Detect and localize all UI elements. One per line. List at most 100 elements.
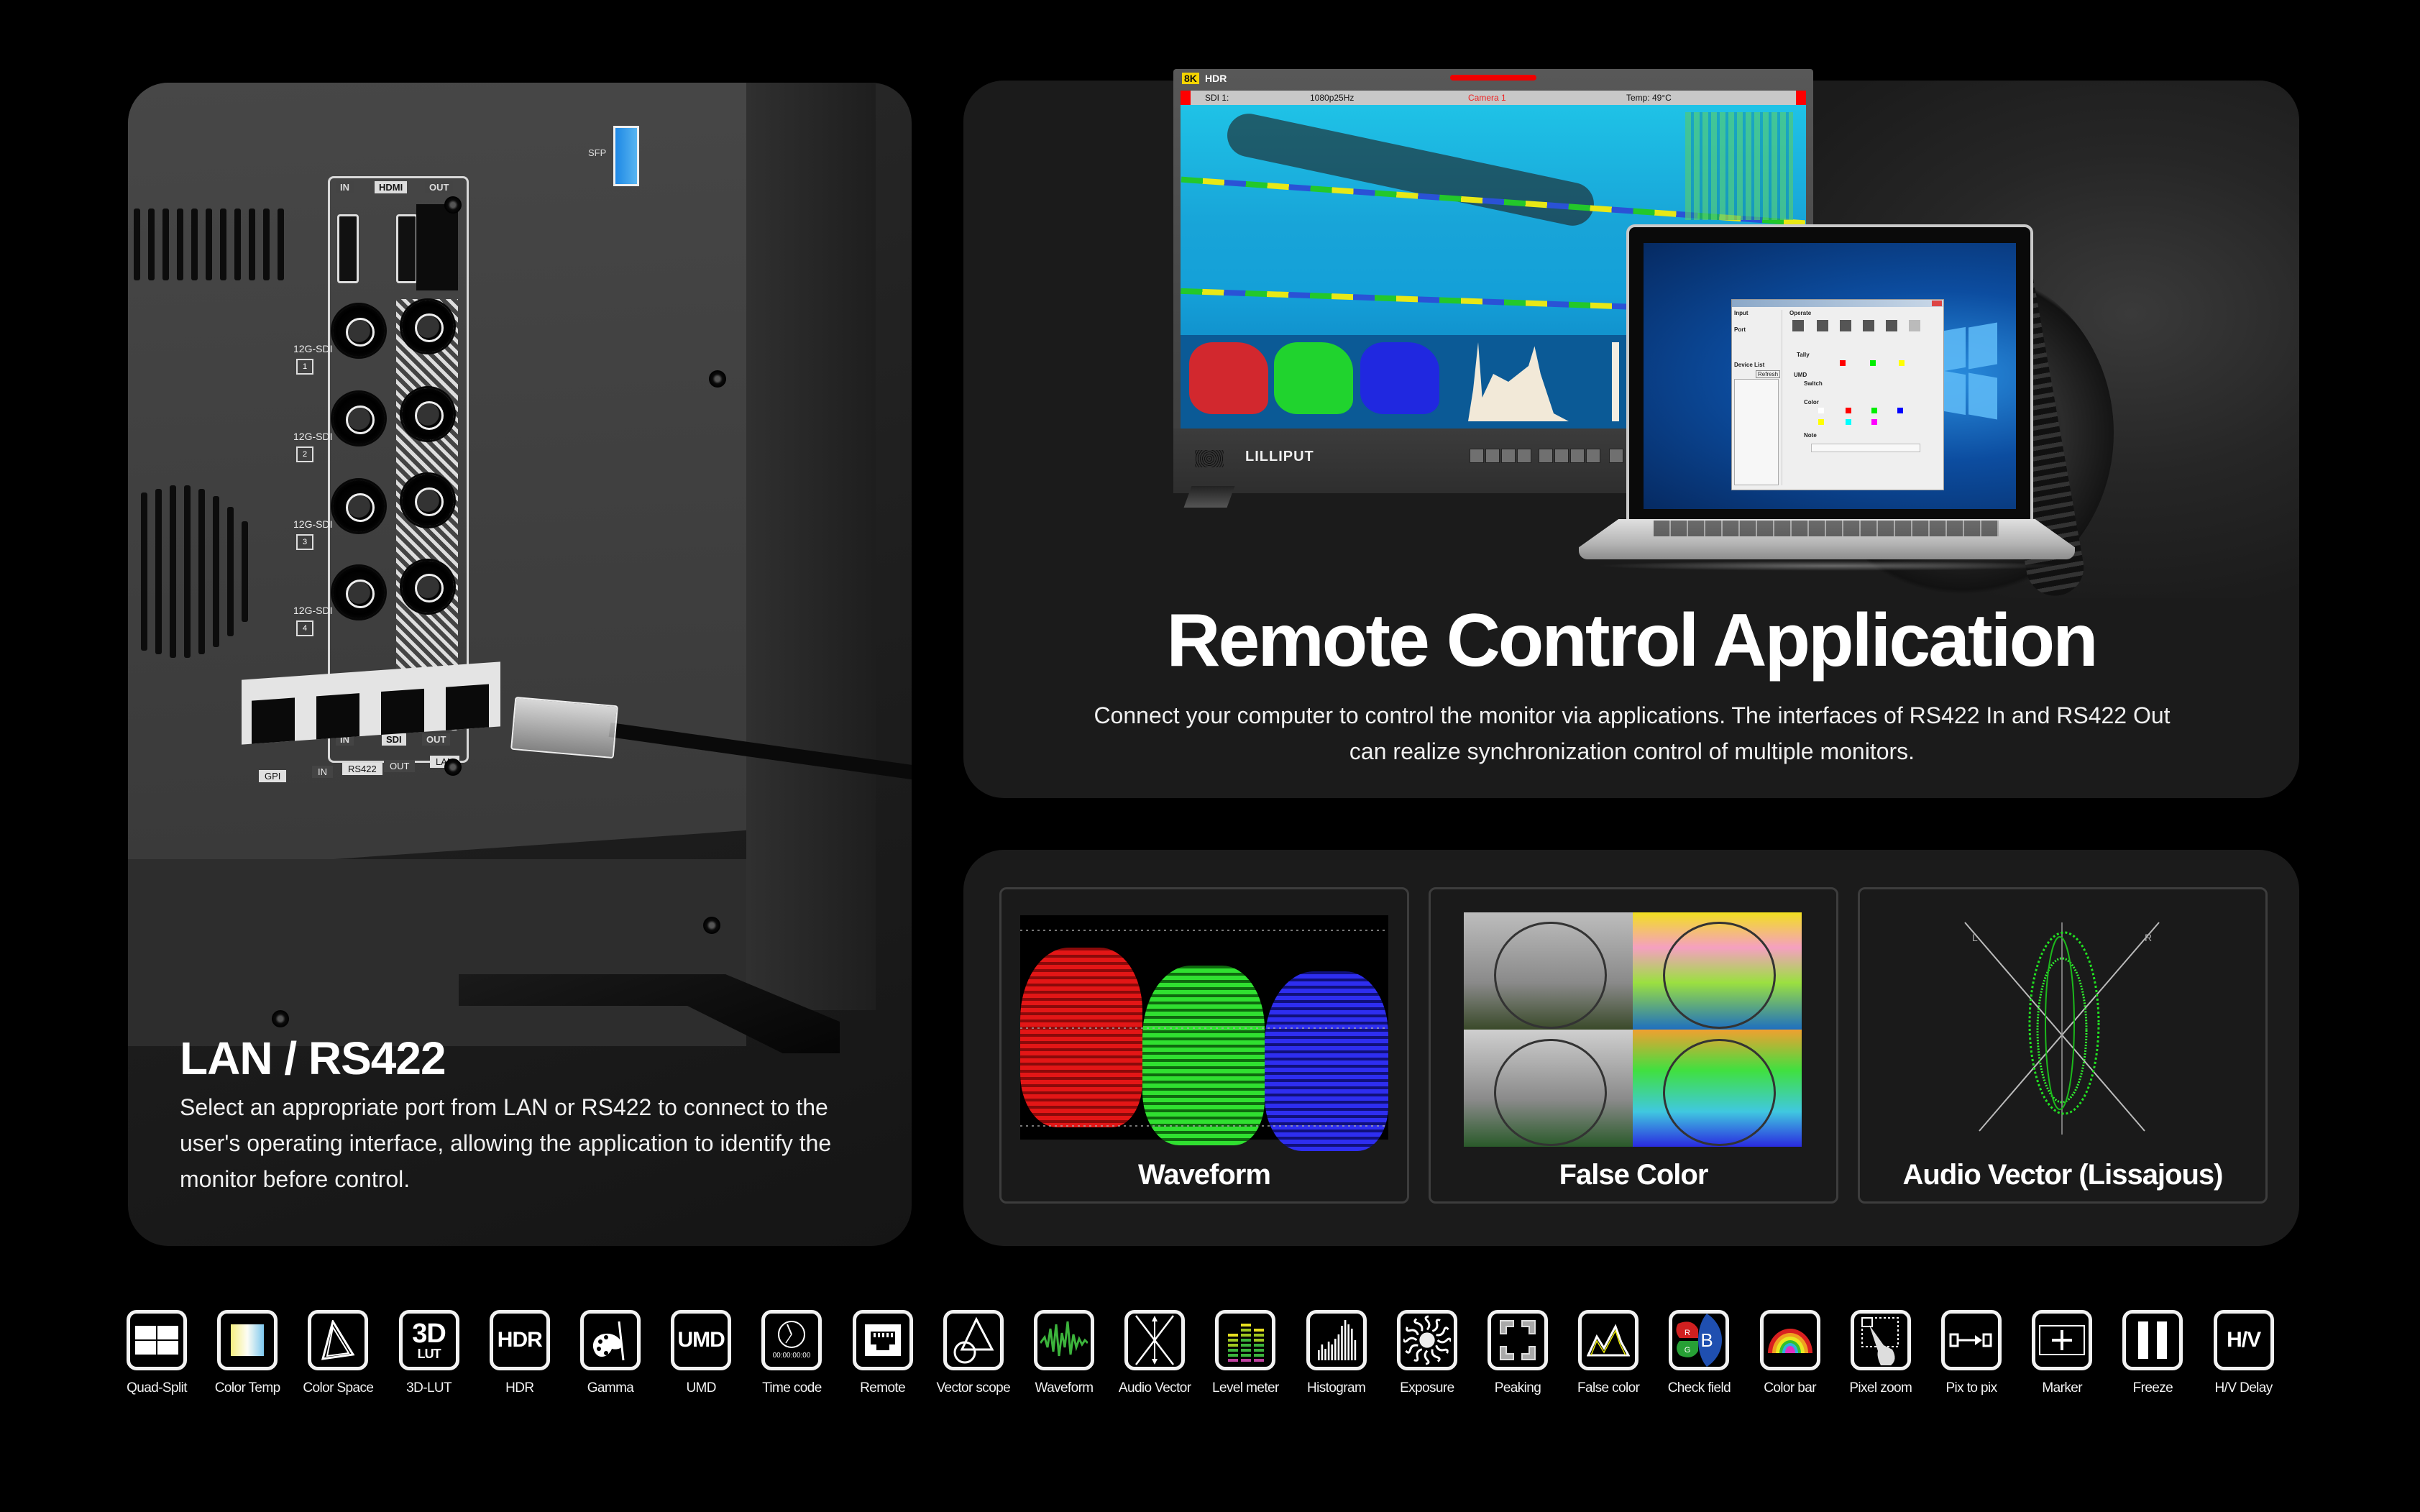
feature-3d-lut: 3D LUT 3D-LUT	[390, 1310, 468, 1396]
feature-level-meter: Level meter	[1206, 1310, 1284, 1396]
feature-label: False color	[1577, 1380, 1640, 1396]
app-section-tally: Tally	[1797, 352, 1810, 358]
vent-slot	[220, 209, 226, 280]
lissajous-image: L R	[1964, 922, 2160, 1135]
app-tool-umd[interactable]	[1909, 320, 1920, 331]
gpi-port	[252, 697, 295, 744]
lissajous-trace	[2028, 931, 2100, 1115]
feature-label: Pixel zoom	[1849, 1380, 1912, 1396]
monitor-button-f3[interactable]	[1570, 449, 1585, 463]
lissajous-r-label: R	[2145, 932, 2152, 943]
vent-slot	[184, 485, 191, 658]
feature-vector-scope: Vector scope	[935, 1310, 1012, 1396]
app-tool-function[interactable]	[1840, 320, 1851, 331]
monitor-status-bar: SDI 1: 1080p25Hz Camera 1 Temp: 49°C	[1181, 91, 1806, 105]
scope-tile-waveform: Waveform	[999, 887, 1409, 1204]
sdi-input-label: 12G-SDI	[293, 605, 333, 616]
umd-color-green[interactable]	[1871, 408, 1877, 413]
sdi-input-number: 4	[296, 620, 313, 636]
tally-color-red[interactable]	[1840, 360, 1846, 366]
feature-label: Freeze	[2132, 1380, 2173, 1396]
feature-label: HDR	[505, 1380, 534, 1396]
rs422-in-label: IN	[312, 766, 333, 778]
laptop-lid: Input Port Device List Refresh Operate T…	[1626, 224, 2033, 525]
lan-description: Select an appropriate port from LAN or R…	[180, 1094, 832, 1192]
lissajous-l-axis	[1964, 922, 2145, 1132]
umd-icon: UMD	[671, 1310, 732, 1370]
feature-peaking: Peaking	[1479, 1310, 1557, 1396]
monitor-button-square[interactable]	[1501, 449, 1516, 463]
feature-label: Vector scope	[936, 1380, 1011, 1396]
screw	[272, 1010, 289, 1027]
hdr-badge: HDR	[1205, 73, 1227, 84]
icon-text: H/V	[2227, 1328, 2261, 1352]
app-section-switch: Switch	[1804, 380, 1823, 387]
app-titlebar	[1732, 300, 1943, 307]
app-section-port: Port	[1734, 326, 1746, 333]
app-tool-audio[interactable]	[1886, 320, 1897, 331]
feature-umd: UMD UMD	[662, 1310, 740, 1396]
feature-time-code: 00:00:00:00 Time code	[753, 1310, 830, 1396]
app-section-device-list: Device List	[1734, 362, 1765, 368]
false-color-quad-original	[1464, 912, 1633, 1030]
app-section-color: Color	[1804, 399, 1819, 406]
app-tool-source[interactable]	[1863, 320, 1874, 331]
remote-port-icon	[852, 1310, 913, 1370]
sdi-input-number: 1	[296, 359, 313, 375]
remote-app-window: Input Port Device List Refresh Operate T…	[1731, 299, 1944, 490]
monitor-button-f1[interactable]	[1539, 449, 1553, 463]
feature-check-field: B R G Check field	[1660, 1310, 1738, 1396]
umd-color-white[interactable]	[1818, 408, 1824, 413]
close-icon[interactable]	[1932, 301, 1942, 306]
umd-color-cyan[interactable]	[1846, 419, 1851, 425]
tally-color-yellow[interactable]	[1899, 360, 1905, 366]
feature-label: Level meter	[1212, 1380, 1279, 1396]
app-refresh-button[interactable]: Refresh	[1756, 370, 1781, 378]
feature-false-color: False color	[1569, 1310, 1647, 1396]
umd-color-yellow[interactable]	[1818, 419, 1824, 425]
sdi-label: SDI	[382, 733, 406, 746]
app-section-input: Input	[1734, 310, 1748, 316]
status-temp: Temp: 49°C	[1626, 93, 1672, 103]
graticule-line	[1020, 930, 1388, 931]
monitor-button-f2[interactable]	[1554, 449, 1569, 463]
monitor-button-single[interactable]	[1470, 449, 1484, 463]
hdmi-label: HDMI	[375, 181, 408, 193]
app-device-list[interactable]	[1734, 379, 1779, 485]
feature-waveform: Waveform	[1025, 1310, 1103, 1396]
monitor-button-f4[interactable]	[1586, 449, 1600, 463]
app-tool-picture[interactable]	[1792, 320, 1804, 331]
audio-meter-overlay	[1685, 112, 1793, 220]
feature-exposure: Exposure	[1388, 1310, 1466, 1396]
umd-color-red[interactable]	[1846, 408, 1851, 413]
feature-label: Histogram	[1307, 1380, 1366, 1396]
vent-slot	[148, 209, 155, 280]
sdi-out-label: OUT	[422, 733, 451, 746]
tally-color-green[interactable]	[1870, 360, 1876, 366]
feature-hdr: HDR HDR	[481, 1310, 559, 1396]
feature-label: Waveform	[1035, 1380, 1094, 1396]
feature-label: Pix to pix	[1945, 1380, 1997, 1396]
rs422-out-label: OUT	[384, 760, 416, 772]
brand-logo: LILLIPUT	[1245, 449, 1314, 464]
umd-color-blue[interactable]	[1897, 408, 1903, 413]
timecode-clock-icon: 00:00:00:00	[761, 1310, 822, 1370]
app-tool-marker[interactable]	[1817, 320, 1828, 331]
svg-text:R: R	[1685, 1329, 1690, 1337]
sdi-in-2-port	[333, 393, 385, 444]
false-color-quad-grey	[1464, 1030, 1633, 1147]
monitor-button-hdmi[interactable]	[1517, 449, 1531, 463]
umd-color-magenta[interactable]	[1871, 419, 1877, 425]
tally-light	[1450, 75, 1536, 81]
feature-label: Gamma	[587, 1380, 634, 1396]
app-note-input[interactable]	[1811, 444, 1920, 452]
monitor-side-panel	[746, 83, 876, 1010]
monitor-button-2si[interactable]	[1485, 449, 1500, 463]
tally-indicator-left	[1181, 91, 1191, 105]
monitor-button-exit[interactable]	[1609, 449, 1623, 463]
3d-lut-icon: 3D LUT	[398, 1310, 459, 1370]
vent-slot	[242, 521, 248, 622]
hdmi-in-port	[337, 214, 359, 283]
vent-slot	[206, 209, 212, 280]
sdi-out-2-port	[402, 388, 454, 440]
